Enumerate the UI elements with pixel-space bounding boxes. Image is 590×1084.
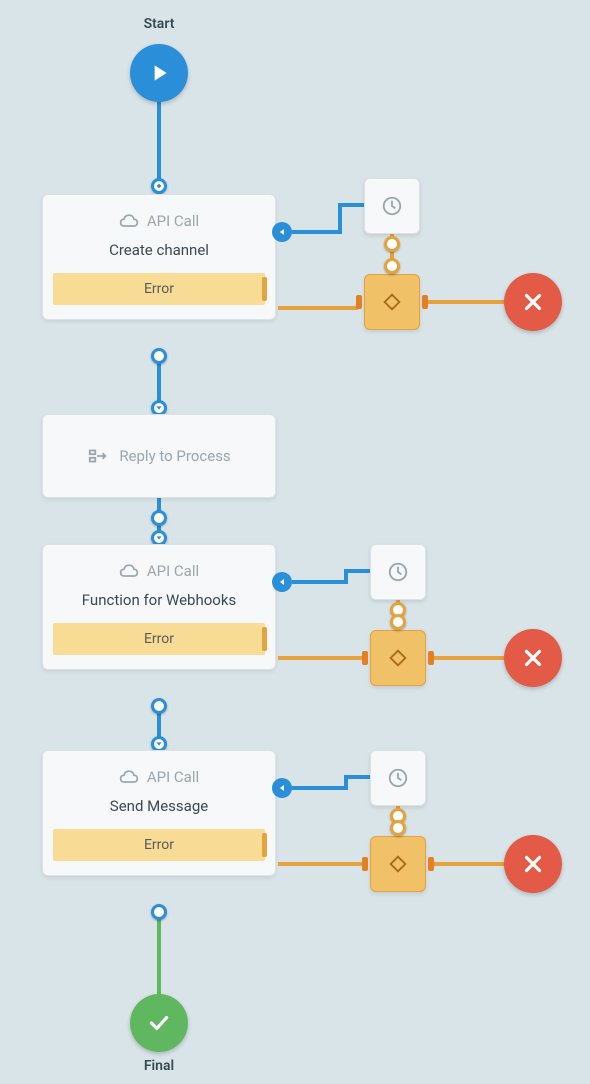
port-out-orange [384,236,400,252]
error-output[interactable]: Error [53,273,265,305]
node-title: Function for Webhooks [53,591,265,609]
port-side-in [272,778,292,798]
port-out [151,348,167,364]
port-out [151,698,167,714]
port-out [151,904,167,920]
port-in-orange [390,614,406,630]
api-call-node[interactable]: API Call Function for Webhooks Error [42,544,276,670]
port-in-orange [384,258,400,274]
node-title: Send Message [53,797,265,815]
reply-icon [87,445,109,467]
condition-node[interactable] [364,274,420,330]
port-side-in [272,222,292,242]
node-type-label: API Call [147,768,199,786]
cloud-icon [119,211,139,231]
error-end-node[interactable] [504,835,562,893]
close-icon [520,289,546,315]
clock-icon [387,767,409,789]
port-in [151,178,167,194]
port-left-orange [362,857,368,871]
error-end-node[interactable] [504,273,562,331]
port-right-orange [422,295,428,309]
condition-node[interactable] [370,630,426,686]
port-in-orange [390,820,406,836]
cloud-icon [119,767,139,787]
node-type-label: API Call [147,562,199,580]
port-side-in [272,572,292,592]
port-right-orange [428,857,434,871]
node-type-label: API Call [147,212,199,230]
check-icon [146,1010,172,1036]
start-label: Start [143,16,175,32]
condition-node[interactable] [370,836,426,892]
api-call-node[interactable]: API Call Send Message Error [42,750,276,876]
error-output[interactable]: Error [53,829,265,861]
error-output[interactable]: Error [53,623,265,655]
api-call-node[interactable]: API Call Create channel Error [42,194,276,320]
start-node[interactable] [130,44,188,102]
clock-icon [381,195,403,217]
error-end-node[interactable] [504,629,562,687]
reply-node[interactable]: Reply to Process [42,414,276,498]
port-left-orange [356,295,362,309]
play-icon [146,60,172,86]
node-title: Create channel [53,241,265,259]
connections-layer [0,0,590,1084]
delay-node[interactable] [370,544,426,600]
diamond-icon [387,647,409,669]
final-node[interactable] [130,994,188,1052]
port-left-orange [362,651,368,665]
reply-label: Reply to Process [119,447,230,465]
final-label: Final [142,1058,176,1074]
port-right-orange [428,651,434,665]
close-icon [520,645,546,671]
cloud-icon [119,561,139,581]
delay-node[interactable] [370,750,426,806]
diamond-icon [381,291,403,313]
close-icon [520,851,546,877]
clock-icon [387,561,409,583]
delay-node[interactable] [364,178,420,234]
diamond-icon [387,853,409,875]
port-out [151,510,167,526]
